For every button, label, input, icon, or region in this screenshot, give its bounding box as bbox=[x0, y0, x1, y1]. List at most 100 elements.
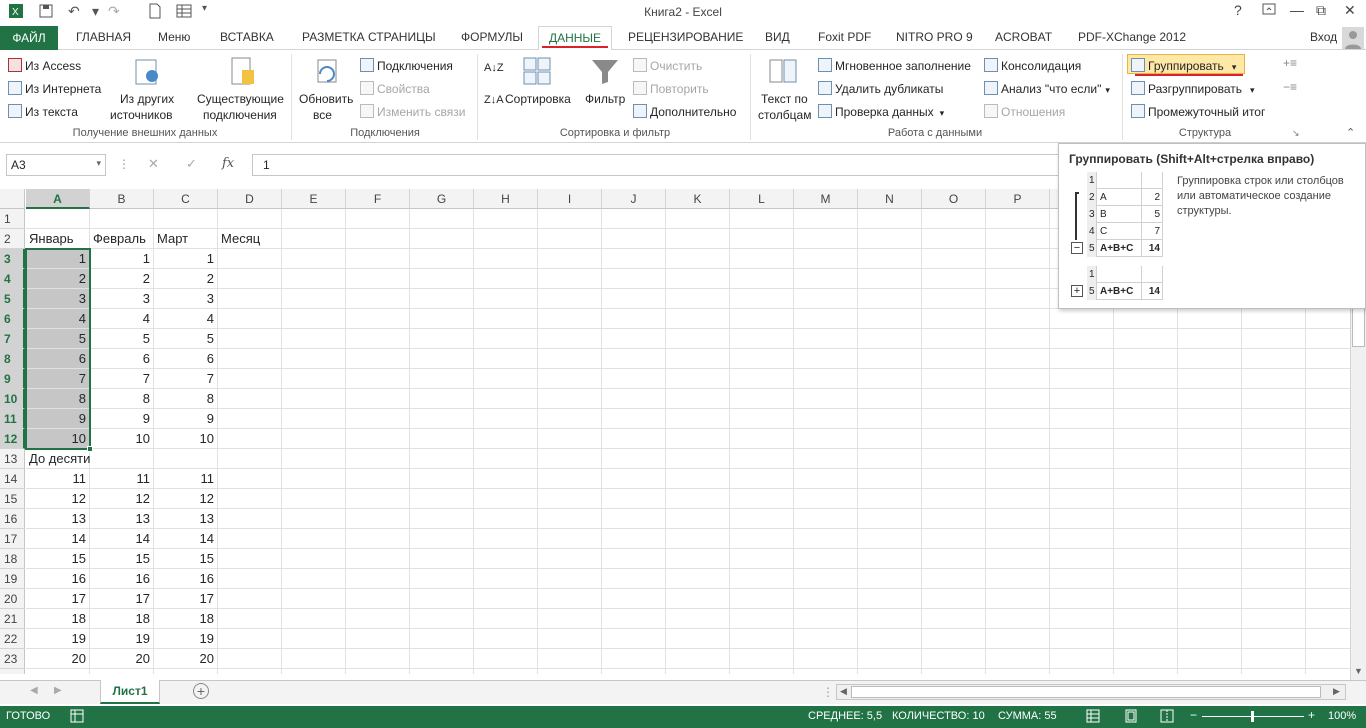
cell-g16[interactable] bbox=[410, 509, 474, 529]
cell-n13[interactable] bbox=[858, 449, 922, 469]
cell-d1[interactable] bbox=[218, 209, 282, 229]
cell-o23[interactable] bbox=[922, 649, 986, 669]
cell-d9[interactable] bbox=[218, 369, 282, 389]
cell-i18[interactable] bbox=[538, 549, 602, 569]
cell-r16[interactable] bbox=[1114, 509, 1178, 529]
cell-f23[interactable] bbox=[346, 649, 410, 669]
cell-l5[interactable] bbox=[730, 289, 794, 309]
cell-r6[interactable] bbox=[1114, 309, 1178, 329]
cell-d20[interactable] bbox=[218, 589, 282, 609]
cell-f15[interactable] bbox=[346, 489, 410, 509]
cell-f3[interactable] bbox=[346, 249, 410, 269]
cell-k19[interactable] bbox=[666, 569, 730, 589]
cell-c24[interactable] bbox=[154, 669, 218, 674]
cell-p4[interactable] bbox=[986, 269, 1050, 289]
cell-j15[interactable] bbox=[602, 489, 666, 509]
cell-o21[interactable] bbox=[922, 609, 986, 629]
cell-s13[interactable] bbox=[1178, 449, 1242, 469]
cell-a15[interactable]: 12 bbox=[26, 489, 90, 509]
cell-u16[interactable] bbox=[1306, 509, 1352, 529]
cell-g10[interactable] bbox=[410, 389, 474, 409]
row-header-11[interactable]: 11 bbox=[0, 409, 25, 429]
cell-f10[interactable] bbox=[346, 389, 410, 409]
cell-f24[interactable] bbox=[346, 669, 410, 674]
cell-f16[interactable] bbox=[346, 509, 410, 529]
filter-button-label[interactable]: Фильтр bbox=[585, 92, 625, 106]
cell-b10[interactable]: 8 bbox=[90, 389, 154, 409]
cell-g4[interactable] bbox=[410, 269, 474, 289]
cell-f5[interactable] bbox=[346, 289, 410, 309]
cell-u23[interactable] bbox=[1306, 649, 1352, 669]
cell-q10[interactable] bbox=[1050, 389, 1114, 409]
cell-u20[interactable] bbox=[1306, 589, 1352, 609]
scroll-right-icon[interactable]: ▶ bbox=[1333, 686, 1340, 697]
cell-h17[interactable] bbox=[474, 529, 538, 549]
cell-d21[interactable] bbox=[218, 609, 282, 629]
consolidate-button[interactable]: Консолидация bbox=[984, 58, 1081, 73]
name-box[interactable]: A3 ▾ bbox=[6, 154, 106, 176]
cell-c7[interactable]: 5 bbox=[154, 329, 218, 349]
column-header-i[interactable]: I bbox=[538, 189, 602, 209]
cell-i16[interactable] bbox=[538, 509, 602, 529]
cell-p14[interactable] bbox=[986, 469, 1050, 489]
cell-u19[interactable] bbox=[1306, 569, 1352, 589]
cell-h14[interactable] bbox=[474, 469, 538, 489]
cell-p11[interactable] bbox=[986, 409, 1050, 429]
cell-n18[interactable] bbox=[858, 549, 922, 569]
cell-i8[interactable] bbox=[538, 349, 602, 369]
from-text-button[interactable]: Из текста bbox=[8, 104, 78, 119]
cell-k22[interactable] bbox=[666, 629, 730, 649]
cell-l3[interactable] bbox=[730, 249, 794, 269]
cell-o16[interactable] bbox=[922, 509, 986, 529]
cell-h18[interactable] bbox=[474, 549, 538, 569]
cell-p5[interactable] bbox=[986, 289, 1050, 309]
cell-r23[interactable] bbox=[1114, 649, 1178, 669]
cell-p10[interactable] bbox=[986, 389, 1050, 409]
edit-links-button[interactable]: Изменить связи bbox=[360, 104, 465, 119]
cell-p8[interactable] bbox=[986, 349, 1050, 369]
cell-k7[interactable] bbox=[666, 329, 730, 349]
cell-t6[interactable] bbox=[1242, 309, 1306, 329]
cell-r18[interactable] bbox=[1114, 549, 1178, 569]
cell-m4[interactable] bbox=[794, 269, 858, 289]
cell-b2[interactable]: Февраль bbox=[90, 229, 154, 249]
cell-h3[interactable] bbox=[474, 249, 538, 269]
cell-m13[interactable] bbox=[794, 449, 858, 469]
cell-e13[interactable] bbox=[282, 449, 346, 469]
cell-m20[interactable] bbox=[794, 589, 858, 609]
split-handle-icon[interactable]: ⋮ bbox=[822, 685, 834, 699]
cell-i24[interactable] bbox=[538, 669, 602, 674]
cell-f18[interactable] bbox=[346, 549, 410, 569]
cell-m3[interactable] bbox=[794, 249, 858, 269]
cell-j16[interactable] bbox=[602, 509, 666, 529]
cell-e14[interactable] bbox=[282, 469, 346, 489]
cell-b19[interactable]: 16 bbox=[90, 569, 154, 589]
cell-q7[interactable] bbox=[1050, 329, 1114, 349]
sign-in-link[interactable]: Вход bbox=[1310, 30, 1337, 44]
cell-l21[interactable] bbox=[730, 609, 794, 629]
cell-o2[interactable] bbox=[922, 229, 986, 249]
cell-q17[interactable] bbox=[1050, 529, 1114, 549]
cell-e23[interactable] bbox=[282, 649, 346, 669]
cell-q6[interactable] bbox=[1050, 309, 1114, 329]
tab-page-layout[interactable]: РАЗМЕТКА СТРАНИЦЫ bbox=[302, 30, 436, 44]
cell-c6[interactable]: 4 bbox=[154, 309, 218, 329]
cell-t7[interactable] bbox=[1242, 329, 1306, 349]
cell-j24[interactable] bbox=[602, 669, 666, 674]
cell-t13[interactable] bbox=[1242, 449, 1306, 469]
cell-e12[interactable] bbox=[282, 429, 346, 449]
row-header-5[interactable]: 5 bbox=[0, 289, 25, 309]
cell-i7[interactable] bbox=[538, 329, 602, 349]
cell-m12[interactable] bbox=[794, 429, 858, 449]
cell-t14[interactable] bbox=[1242, 469, 1306, 489]
cell-j10[interactable] bbox=[602, 389, 666, 409]
ungroup-button[interactable]: Разгруппировать ▾ bbox=[1131, 81, 1255, 96]
cell-c20[interactable]: 17 bbox=[154, 589, 218, 609]
cell-k24[interactable] bbox=[666, 669, 730, 674]
cell-r12[interactable] bbox=[1114, 429, 1178, 449]
cell-s15[interactable] bbox=[1178, 489, 1242, 509]
remove-duplicates-button[interactable]: Удалить дубликаты bbox=[818, 81, 943, 96]
cell-k8[interactable] bbox=[666, 349, 730, 369]
cell-g19[interactable] bbox=[410, 569, 474, 589]
group-button[interactable]: Группировать ▾ bbox=[1131, 58, 1236, 73]
